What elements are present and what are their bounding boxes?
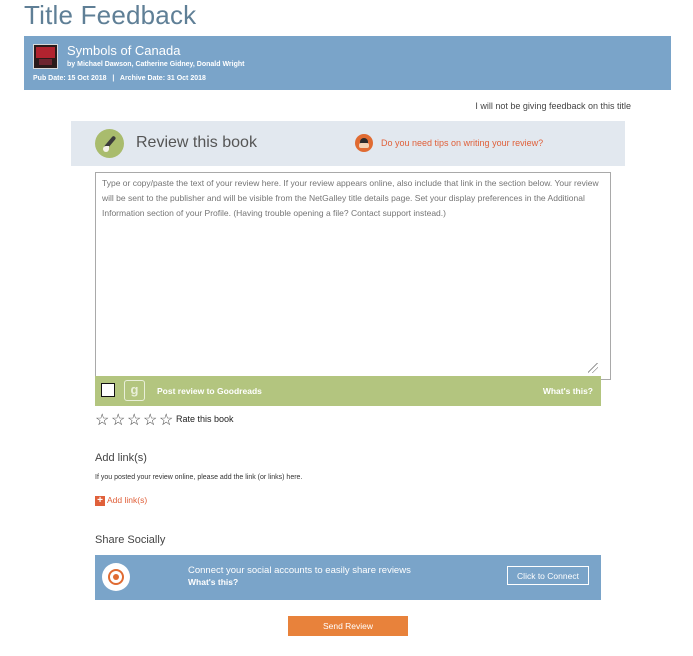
star-icon[interactable]: ☆ bbox=[127, 410, 143, 430]
plus-icon: + bbox=[95, 495, 105, 506]
paintbrush-icon bbox=[95, 129, 124, 158]
connect-text: Connect your social accounts to easily s… bbox=[188, 565, 411, 576]
star-icon[interactable]: ☆ bbox=[95, 410, 111, 430]
no-feedback-link[interactable]: I will not be giving feedback on this ti… bbox=[475, 101, 631, 111]
add-links-heading: Add link(s) bbox=[95, 452, 147, 464]
rate-label: Rate this book bbox=[176, 414, 234, 424]
resize-handle-icon[interactable] bbox=[588, 363, 598, 373]
book-info-bar: Symbols of Canada by Michael Dawson, Cat… bbox=[24, 36, 671, 90]
star-icon[interactable]: ☆ bbox=[111, 410, 127, 430]
broadcast-icon bbox=[102, 563, 130, 591]
star-icon[interactable]: ☆ bbox=[143, 410, 159, 430]
connect-whats-this-link[interactable]: What's this? bbox=[188, 577, 238, 587]
add-links-button[interactable]: + Add link(s) bbox=[95, 495, 147, 506]
review-heading: Review this book bbox=[136, 134, 257, 151]
review-textarea[interactable] bbox=[95, 172, 611, 380]
send-review-button[interactable]: Send Review bbox=[288, 616, 408, 636]
star-icon[interactable]: ☆ bbox=[159, 410, 175, 430]
goodreads-icon: g bbox=[124, 380, 145, 401]
social-connect-bar: Connect your social accounts to easily s… bbox=[95, 555, 601, 600]
page-title: Title Feedback bbox=[24, 0, 197, 30]
share-socially-heading: Share Socially bbox=[95, 534, 166, 546]
book-authors: by Michael Dawson, Catherine Gidney, Don… bbox=[67, 61, 245, 68]
goodreads-whats-this-link[interactable]: What's this? bbox=[543, 386, 593, 396]
goodreads-label: Post review to Goodreads bbox=[157, 386, 262, 396]
click-to-connect-button[interactable]: Click to Connect bbox=[507, 566, 589, 585]
add-links-description: If you posted your review online, please… bbox=[95, 474, 303, 481]
review-header: Review this book Do you need tips on wri… bbox=[71, 121, 625, 166]
review-tips-link[interactable]: Do you need tips on writing your review? bbox=[381, 138, 543, 148]
goodreads-bar: g Post review to Goodreads What's this? bbox=[95, 376, 601, 406]
goodreads-checkbox[interactable] bbox=[101, 383, 115, 397]
writer-avatar-icon[interactable] bbox=[355, 134, 373, 152]
book-dates: Pub Date: 15 Oct 2018 | Archive Date: 31… bbox=[33, 75, 206, 82]
star-rating: ☆ ☆ ☆ ☆ ☆ bbox=[95, 410, 175, 430]
add-links-label[interactable]: Add link(s) bbox=[107, 495, 147, 505]
book-title: Symbols of Canada bbox=[67, 43, 181, 58]
book-cover-image bbox=[33, 44, 58, 69]
